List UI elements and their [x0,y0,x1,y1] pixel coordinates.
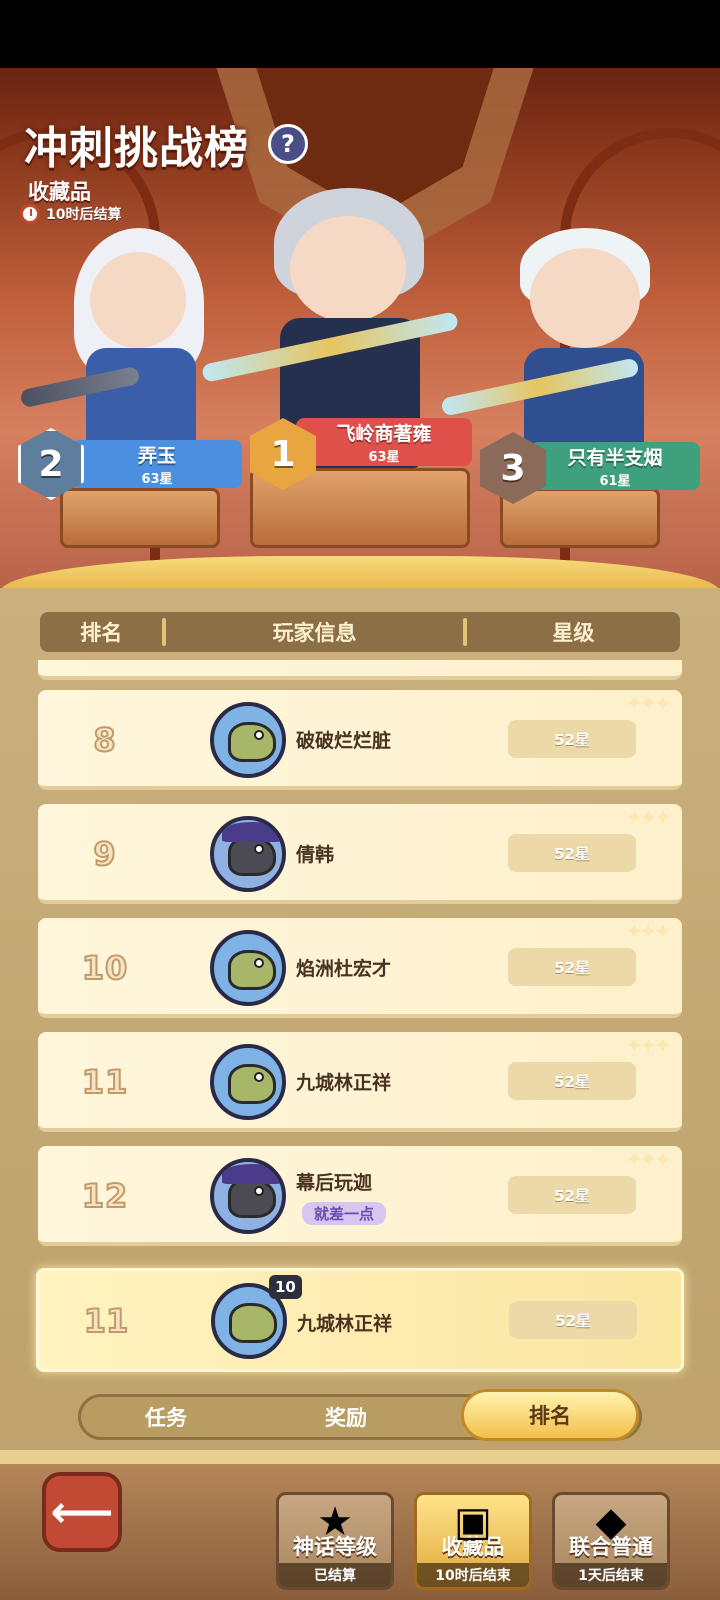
sparkle-icon: ✦✦✦ [624,692,672,717]
player-name: 九城林正祥 [296,1072,392,1094]
crocodile-avatar[interactable] [210,1044,286,1120]
column-stars: 星级 [552,621,595,645]
player-name: 倩韩 [296,844,335,866]
wolf-avatar[interactable] [210,1158,286,1234]
star-count: 52星 [508,834,636,872]
level-badge: 10 [269,1275,302,1299]
table-row[interactable]: 8 破破烂烂脏 52星 ✦✦✦ [38,690,682,790]
back-arrow-icon[interactable]: ⟵ [42,1472,122,1552]
treasure-chest-icon: ▣ [454,1499,492,1545]
my-rank: 11 [83,1301,130,1341]
pedestal-2 [60,488,220,548]
podium-name-3: 只有半支烟 [567,447,663,469]
category-label: 收藏品 [28,180,91,204]
crystal-icon: ◆ [595,1499,627,1545]
table-row[interactable]: 11 九城林正祥 52星 ✦✦✦ [38,1032,682,1132]
my-star-count: 52星 [509,1301,637,1339]
column-rank: 排名 [80,621,123,645]
podium-banner-2[interactable]: 弄玉 63星 [72,440,242,488]
row-rank: 11 [81,1062,129,1102]
player-name: 幕后玩迦 [296,1172,373,1194]
timer-text: 10时后结算 [46,207,122,223]
crocodile-avatar[interactable] [210,702,286,778]
podium-stars-2: 63星 [141,472,173,487]
podium-stars-3: 61星 [599,474,631,489]
character-icon: ★ [317,1499,353,1545]
wolf-avatar[interactable] [210,816,286,892]
tab-ranking[interactable]: 排名 [461,1389,639,1441]
podium-stars-1: 63星 [368,450,400,465]
podium-banner-3[interactable]: 只有半支烟 61星 [530,442,700,490]
nav-status: 1天后结束 [555,1563,667,1587]
nav-myth-level[interactable]: ★ 神话等级 已结算 [276,1492,394,1590]
table-header: 排名 玩家信息 星级 [40,612,680,652]
tab-bar: 任务 奖励 排名 [78,1389,642,1441]
podium-name-2: 弄玉 [137,445,176,467]
star-count: 52星 [508,720,636,758]
table-row[interactable]: 12 幕后玩迦 就差一点 52星 ✦✦✦ [38,1146,682,1246]
sparkle-icon: ✦✦✦ [624,1034,672,1059]
ranking-list[interactable]: 8 破破烂烂脏 52星 ✦✦✦ 9 倩韩 52星 ✦✦✦ 10 焰洲杜宏才 52… [38,660,682,1360]
tab-task[interactable]: 任务 [81,1397,251,1437]
sparkle-icon: ✦✦✦ [624,1148,672,1173]
nav-collectibles[interactable]: ▣ 收藏品 10时后结束 [414,1492,532,1590]
table-row[interactable]: 9 倩韩 52星 ✦✦✦ [38,804,682,904]
nav-status: 10时后结束 [417,1563,529,1587]
podium-name-1: 飞岭商著雍 [336,423,432,445]
row-rank: 12 [81,1176,129,1216]
player-name: 破破烂烂脏 [296,730,392,752]
nav-status: 已结算 [279,1563,391,1587]
sparkle-icon: ✦✦✦ [624,920,672,945]
row-rank: 8 [92,720,117,760]
tab-reward[interactable]: 奖励 [251,1397,441,1437]
sparkle-icon: ✦✦✦ [624,806,672,831]
crocodile-avatar[interactable] [210,930,286,1006]
my-player-name: 九城林正祥 [297,1313,393,1335]
my-rank-row[interactable]: 11 10 九城林正祥 52星 [36,1268,684,1372]
star-count: 52星 [508,1176,636,1214]
table-row-partial [38,660,682,680]
row-rank: 10 [81,948,129,988]
player-name: 焰洲杜宏才 [296,958,392,980]
column-player-info: 玩家信息 [272,621,357,645]
table-row[interactable]: 10 焰洲杜宏才 52星 ✦✦✦ [38,918,682,1018]
status-bar [0,0,720,68]
nav-union[interactable]: ◆ 联合普通 1天后结束 [552,1492,670,1590]
settle-timer: 10时后结算 [20,204,121,224]
almost-there-tag: 就差一点 [302,1202,387,1225]
stopwatch-icon [20,204,40,224]
help-icon[interactable]: ? [268,124,308,164]
star-count: 52星 [508,1062,636,1100]
star-count: 52星 [508,948,636,986]
row-rank: 9 [92,834,117,874]
podium-banner-1[interactable]: 飞岭商著雍 63星 [296,418,472,466]
page-title: 冲刺挑战榜 [24,123,249,174]
